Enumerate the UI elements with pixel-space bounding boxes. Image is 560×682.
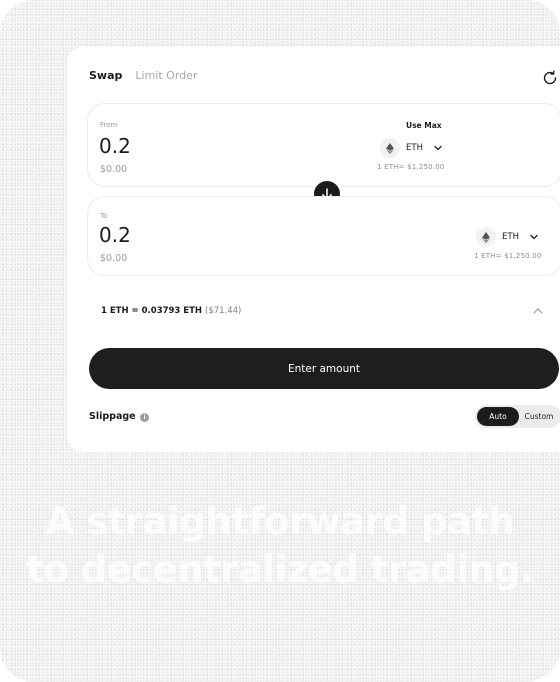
hero-headline: A straightforward path to decentralized …	[0, 498, 560, 594]
slippage-label: Slippage	[89, 411, 136, 422]
from-panel: From 0.2 $0.00 Use Max ETH 1 ETH= $1,250…	[87, 103, 560, 187]
exchange-rate: 1 ETH = 0.03793 ETH ($71.44)	[101, 306, 241, 316]
from-label: From	[100, 121, 118, 129]
hero-headline-line-1: A straightforward path	[45, 500, 515, 543]
enter-amount-button[interactable]: Enter amount	[89, 348, 559, 389]
refresh-icon[interactable]	[541, 69, 559, 87]
exchange-rate-text: 1 ETH = 0.03793 ETH	[101, 306, 203, 316]
eth-icon	[380, 138, 400, 158]
to-token-name: ETH	[502, 232, 519, 242]
slippage-toggle: Auto Custom	[475, 405, 560, 428]
use-max-button[interactable]: Use Max	[406, 121, 442, 130]
from-token-select[interactable]: ETH	[380, 138, 443, 158]
from-token-rate: 1 ETH= $1,250.00	[377, 163, 445, 171]
from-amount-input[interactable]: 0.2	[99, 134, 131, 158]
exchange-rate-usd: ($71.44)	[205, 306, 242, 316]
to-usd-value: $0.00	[100, 253, 128, 264]
from-token-name: ETH	[406, 143, 423, 153]
to-token-select[interactable]: ETH	[476, 227, 539, 247]
swap-card: Swap Limit Order From 0.2 $0.00 Use Max …	[67, 47, 560, 452]
hero-headline-line-2: to decentralized trading.	[26, 548, 534, 591]
chevron-up-icon[interactable]	[532, 305, 544, 317]
to-amount-input[interactable]: 0.2	[99, 223, 131, 247]
tab-limit-order[interactable]: Limit Order	[135, 69, 197, 82]
info-icon[interactable]: i	[140, 413, 149, 422]
tab-swap[interactable]: Swap	[89, 69, 122, 82]
tab-bar: Swap Limit Order	[89, 69, 197, 82]
from-usd-value: $0.00	[100, 164, 128, 175]
to-panel: To 0.2 $0.00 ETH 1 ETH= $1,250.00	[87, 196, 560, 276]
eth-icon	[476, 227, 496, 247]
slippage-custom-option[interactable]: Custom	[519, 407, 559, 426]
to-label: To	[100, 212, 108, 220]
to-token-rate: 1 ETH= $1,250.00	[474, 252, 542, 260]
chevron-down-icon	[530, 234, 538, 240]
slippage-auto-option[interactable]: Auto	[477, 407, 519, 426]
chevron-down-icon	[434, 145, 442, 151]
